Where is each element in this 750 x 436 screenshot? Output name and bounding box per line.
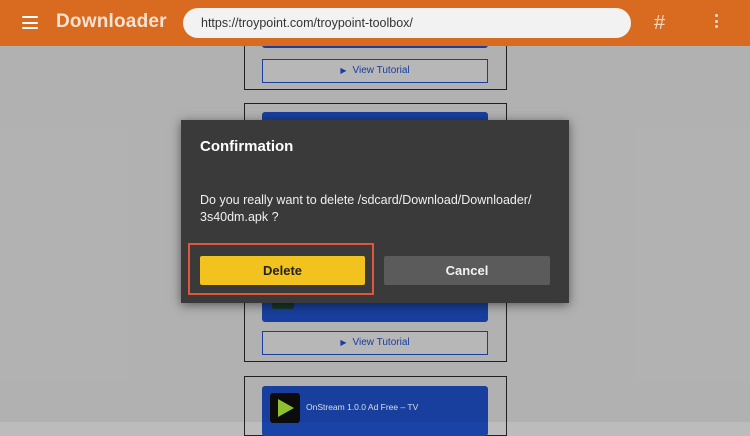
confirmation-dialog: Confirmation Do you really want to delet…	[181, 120, 569, 303]
url-input[interactable]: https://troypoint.com/troypoint-toolbox/	[183, 8, 631, 38]
top-app-bar: Downloader https://troypoint.com/troypoi…	[0, 0, 750, 46]
hash-icon[interactable]: #	[654, 12, 665, 35]
hamburger-menu-icon[interactable]	[22, 16, 38, 29]
dialog-title: Confirmation	[200, 138, 294, 155]
cancel-button[interactable]: Cancel	[384, 256, 550, 285]
dialog-message: Do you really want to delete /sdcard/Dow…	[200, 193, 532, 224]
app-logo: Downloader	[56, 11, 167, 32]
delete-button[interactable]: Delete	[200, 256, 365, 285]
vertical-dots-icon[interactable]	[715, 14, 719, 31]
